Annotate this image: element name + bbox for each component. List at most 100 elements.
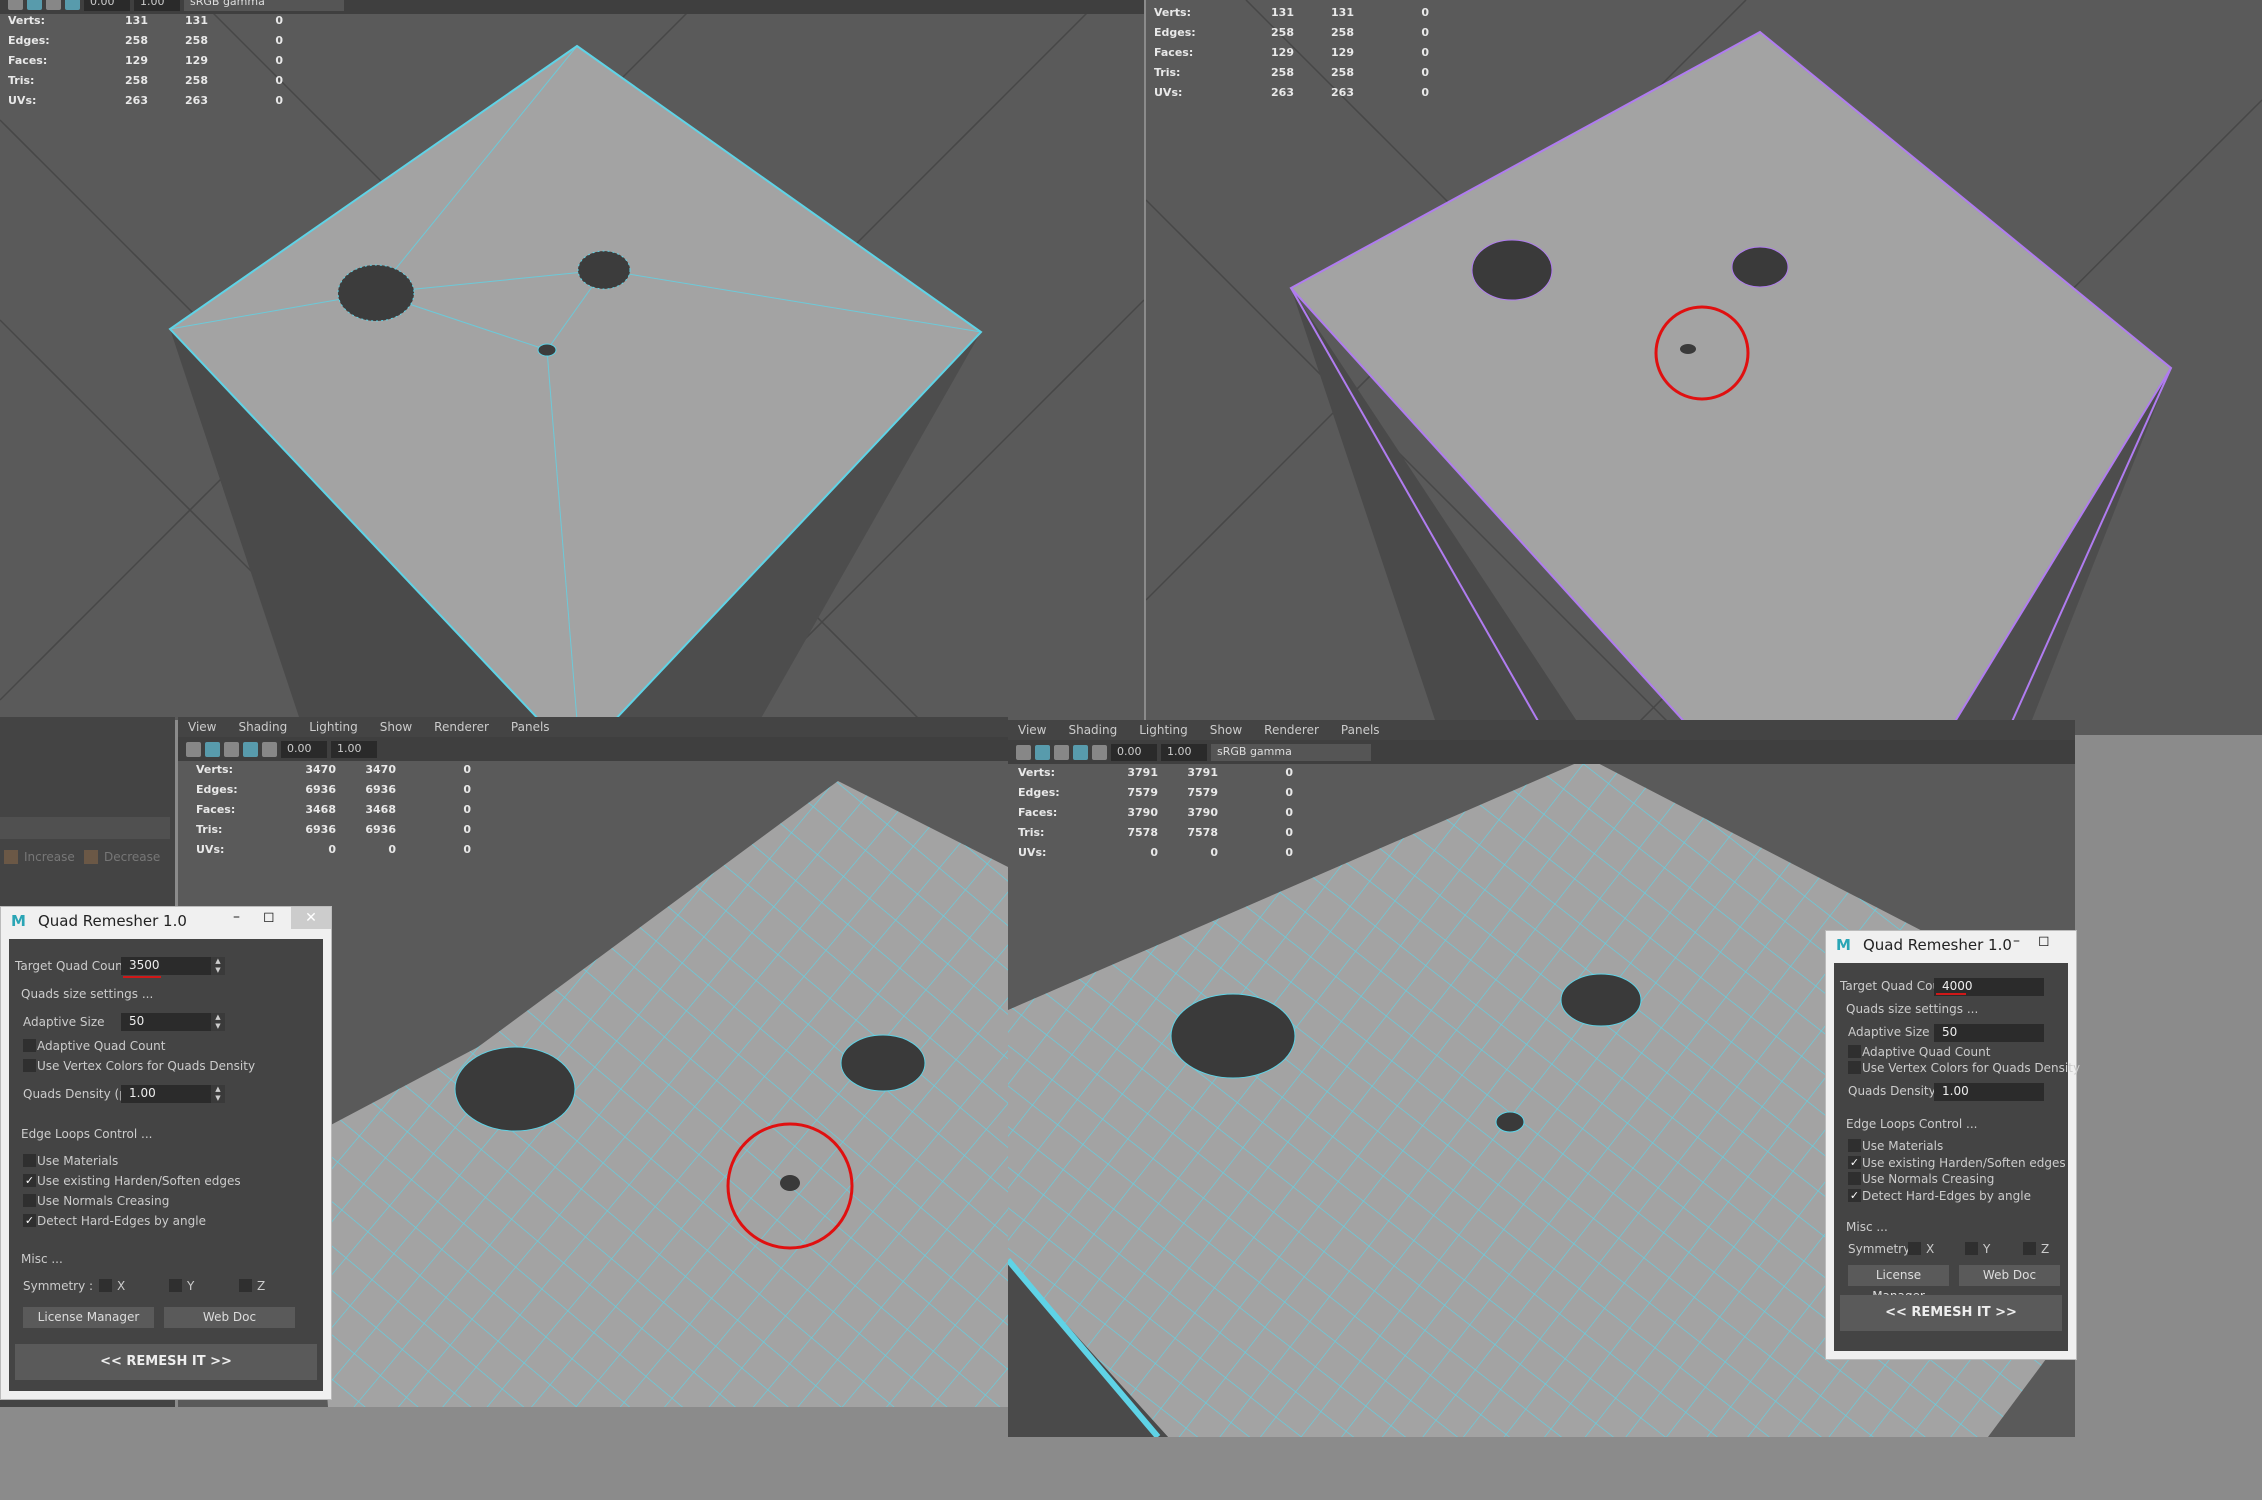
menu-shading[interactable]: Shading xyxy=(238,720,287,734)
viewport-top-left[interactable]: 0.00 1.00 sRGB gamma Verts: 131 131 0 Edges:… xyxy=(0,0,1144,720)
gamma-field[interactable]: 1.00 xyxy=(134,0,180,11)
stat-value: 0 xyxy=(275,73,283,87)
checkbox[interactable] xyxy=(1848,1045,1861,1058)
stat-value: 0 xyxy=(1285,805,1293,819)
label: Use existing Harden/Soften edges xyxy=(1862,1156,2066,1170)
checkbox[interactable]: ✓ xyxy=(23,1174,36,1187)
symmetry-x-checkbox[interactable] xyxy=(99,1279,112,1292)
stat-label: UVs: xyxy=(1154,85,1183,99)
menu-panels[interactable]: Panels xyxy=(511,720,550,734)
stat-value: 6936 xyxy=(305,782,336,796)
checkbox[interactable] xyxy=(1848,1172,1861,1185)
quads-density-input[interactable]: 1.00 xyxy=(1934,1083,2044,1101)
checkbox[interactable] xyxy=(1848,1061,1861,1074)
remesh-it-button[interactable]: << REMESH IT >> xyxy=(15,1344,317,1380)
target-quad-count-input[interactable]: 3500 xyxy=(121,957,211,975)
menu-lighting[interactable]: Lighting xyxy=(309,720,358,734)
decrease-button[interactable]: Decrease xyxy=(84,850,160,864)
gamma-field[interactable]: 1.00 xyxy=(1161,743,1207,761)
checkbox[interactable] xyxy=(23,1039,36,1052)
close-button[interactable]: ✕ xyxy=(291,907,331,929)
stat-value: 3470 xyxy=(365,762,396,776)
menu-show[interactable]: Show xyxy=(380,720,412,734)
minimize-button[interactable]: – xyxy=(2013,933,2020,949)
checkbox[interactable]: ✓ xyxy=(1848,1156,1861,1169)
camera-icon[interactable] xyxy=(1016,744,1031,760)
quads-density-input[interactable]: 1.00 xyxy=(121,1085,211,1103)
shading-icon[interactable] xyxy=(46,0,61,10)
gamma-field[interactable]: 1.00 xyxy=(331,740,377,758)
menu-view[interactable]: View xyxy=(1018,723,1046,737)
light-icon[interactable] xyxy=(1092,744,1107,760)
symmetry-z-checkbox[interactable] xyxy=(2023,1242,2036,1255)
stat-label: Tris: xyxy=(8,73,35,87)
stat-row: UVs: 0 0 0 xyxy=(196,839,471,859)
viewport-toolbar: 0.00 1.00 xyxy=(178,737,1008,761)
checkbox[interactable] xyxy=(23,1154,36,1167)
stat-label: Tris: xyxy=(196,822,223,836)
grid-icon[interactable] xyxy=(205,741,220,757)
viewport-top-right[interactable]: Verts: 131 131 0 Edges: 258 258 0 Faces: 129 129 0 T… xyxy=(1146,0,2262,735)
menu-lighting[interactable]: Lighting xyxy=(1139,723,1188,737)
stat-value: 0 xyxy=(1285,785,1293,799)
symmetry-y-checkbox[interactable] xyxy=(1965,1242,1978,1255)
color-space-dropdown[interactable]: sRGB gamma xyxy=(184,0,344,11)
stat-label: Edges: xyxy=(1018,785,1060,799)
minimize-button[interactable]: – xyxy=(233,909,240,925)
smooth-shade-icon[interactable] xyxy=(1073,744,1088,760)
camera-icon[interactable] xyxy=(186,741,201,757)
window-titlebar[interactable]: M Quad Remesher 1.0 – ◻ ✕ xyxy=(1,907,331,935)
grid-decrease-icon xyxy=(84,850,98,864)
spinner-arrows-icon[interactable]: ▲ ▼ xyxy=(211,1013,225,1031)
stat-value: 3470 xyxy=(305,762,336,776)
exposure-field[interactable]: 0.00 xyxy=(281,740,327,758)
label: Use Vertex Colors for Quads Density xyxy=(1862,1061,2081,1075)
label: Target Quad Count xyxy=(15,959,128,973)
web-doc-button[interactable]: Web Doc xyxy=(1959,1265,2060,1286)
menu-view[interactable]: View xyxy=(188,720,216,734)
spinner-arrows-icon[interactable]: ▲ ▼ xyxy=(211,957,225,975)
checkbox[interactable]: ✓ xyxy=(1848,1189,1861,1202)
symmetry-x-checkbox[interactable] xyxy=(1908,1242,1921,1255)
remesh-it-button[interactable]: << REMESH IT >> xyxy=(1840,1295,2062,1331)
window-title: Quad Remesher 1.0 xyxy=(37,912,187,930)
menu-show[interactable]: Show xyxy=(1210,723,1242,737)
checkbox[interactable] xyxy=(23,1194,36,1207)
license-manager-button[interactable]: License Manager xyxy=(1848,1265,1949,1303)
window-titlebar[interactable]: M Quad Remesher 1.0– ◻ xyxy=(1826,931,2076,959)
camera-icon[interactable] xyxy=(8,0,23,10)
checkbox[interactable]: ✓ xyxy=(23,1214,36,1227)
web-doc-button[interactable]: Web Doc xyxy=(164,1307,295,1328)
smooth-shade-icon[interactable] xyxy=(65,0,80,10)
smooth-shade-icon[interactable] xyxy=(243,741,258,757)
menu-shading[interactable]: Shading xyxy=(1068,723,1117,737)
license-manager-button[interactable]: License Manager xyxy=(23,1307,154,1328)
spinner-arrows-icon[interactable]: ▲ ▼ xyxy=(211,1085,225,1103)
exposure-field[interactable]: 0.00 xyxy=(84,0,130,11)
symmetry-y-checkbox[interactable] xyxy=(169,1279,182,1292)
maximize-button[interactable]: ◻ xyxy=(263,909,275,925)
increase-button[interactable]: Increase xyxy=(4,850,75,864)
menu-renderer[interactable]: Renderer xyxy=(434,720,489,734)
adaptive-size-input[interactable]: 50 xyxy=(121,1013,211,1031)
film-gate-icon[interactable] xyxy=(1054,744,1069,760)
stat-row: Tris: 6936 6936 0 xyxy=(196,819,471,839)
checkbox[interactable] xyxy=(23,1059,36,1072)
exposure-field[interactable]: 0.00 xyxy=(1111,743,1157,761)
stat-row: Verts: 3791 3791 0 xyxy=(1018,762,1293,782)
light-icon[interactable] xyxy=(262,741,277,757)
menu-panels[interactable]: Panels xyxy=(1341,723,1380,737)
stat-value: 0 xyxy=(1285,765,1293,779)
adaptive-size-input[interactable]: 50 xyxy=(1934,1024,2044,1042)
label: Adaptive Size xyxy=(23,1015,105,1029)
stat-value: 0 xyxy=(1421,25,1429,39)
film-gate-icon[interactable] xyxy=(224,741,239,757)
color-space-dropdown[interactable]: sRGB gamma xyxy=(1211,743,1371,761)
checkbox[interactable] xyxy=(1848,1139,1861,1152)
grid-icon[interactable] xyxy=(27,0,42,10)
grid-icon[interactable] xyxy=(1035,744,1050,760)
maximize-button[interactable]: ◻ xyxy=(2038,933,2050,949)
stat-label: Faces: xyxy=(1018,805,1058,819)
menu-renderer[interactable]: Renderer xyxy=(1264,723,1319,737)
symmetry-z-checkbox[interactable] xyxy=(239,1279,252,1292)
